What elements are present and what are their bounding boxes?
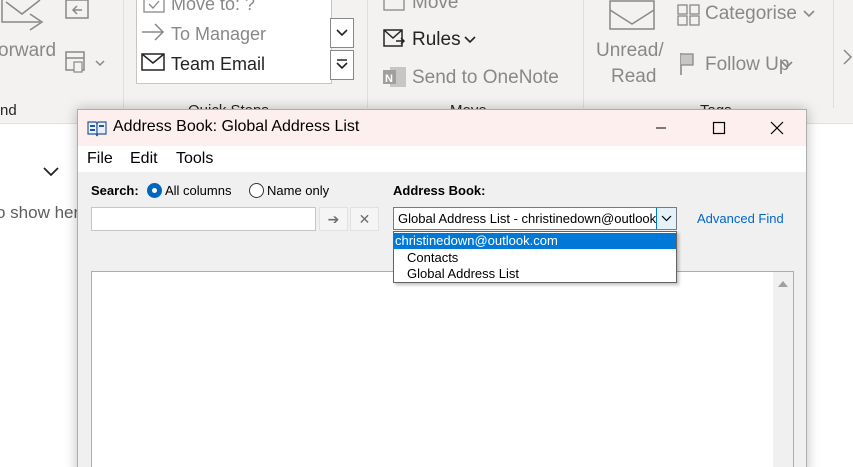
- search-label: Search:: [91, 183, 139, 198]
- mail-icon: [141, 53, 165, 71]
- respond-group-label: nd: [0, 102, 17, 119]
- rules-button[interactable]: Rules: [412, 29, 461, 51]
- unread-read-line1[interactable]: Unread/: [596, 40, 664, 62]
- results-list[interactable]: [91, 271, 794, 467]
- ribbon-more-icon[interactable]: [842, 48, 853, 70]
- categorize-icon: [677, 4, 700, 26]
- dropdown-option-account[interactable]: christinedown@outlook.com: [394, 233, 676, 249]
- advanced-find-link[interactable]: Advanced Find: [697, 211, 784, 226]
- categorise-chevron-icon: [803, 10, 815, 18]
- address-book-dropdown-list: christinedown@outlook.com Contacts Globa…: [393, 231, 677, 283]
- flag-icon: [680, 53, 694, 75]
- chevron-down-icon: [336, 29, 348, 37]
- calendar-dropdown-icon[interactable]: [64, 50, 108, 76]
- quick-step-to-manager[interactable]: To Manager: [171, 24, 266, 45]
- radio-name-only[interactable]: [249, 183, 264, 198]
- dropdown-option-global-address-list[interactable]: Global Address List: [394, 266, 676, 282]
- ribbon: orward nd Move to: ? To Manager Team Ema…: [0, 0, 853, 124]
- dropdown-option-contacts[interactable]: Contacts: [394, 250, 676, 266]
- radio-name-only-label[interactable]: Name only: [267, 183, 329, 198]
- more-icon: [336, 59, 348, 70]
- categorise-button[interactable]: Categorise: [705, 3, 797, 25]
- quick-steps-scroll-button[interactable]: [330, 18, 354, 48]
- address-book-selected: Global Address List - christinedown@outl…: [398, 211, 656, 226]
- forward-label[interactable]: orward: [0, 40, 56, 62]
- address-book-dialog: Address Book: Global Address List File E…: [77, 109, 807, 467]
- vertical-scrollbar[interactable]: [773, 272, 793, 467]
- move-to-icon: [143, 0, 165, 13]
- go-button[interactable]: ➔: [319, 207, 348, 231]
- send-to-onenote-button[interactable]: Send to OneNote: [412, 67, 559, 89]
- chevron-down-icon[interactable]: [42, 166, 60, 178]
- search-input[interactable]: [91, 207, 316, 231]
- move-icon: [383, 0, 405, 11]
- scroll-up-icon[interactable]: [778, 280, 788, 288]
- minimize-button[interactable]: [638, 110, 684, 146]
- close-icon: [770, 121, 784, 135]
- clear-search-button[interactable]: ✕: [350, 207, 379, 231]
- maximize-icon: [712, 121, 726, 135]
- onenote-icon: N: [383, 67, 406, 87]
- follow-up-chevron-icon: [781, 61, 793, 69]
- rules-icon: [383, 29, 406, 47]
- ribbon-separator: [833, 0, 834, 108]
- dialog-title-bar[interactable]: Address Book: Global Address List: [78, 110, 806, 146]
- unread-read-line2[interactable]: Read: [611, 66, 656, 88]
- address-book-combo[interactable]: Global Address List - christinedown@outl…: [393, 207, 677, 230]
- background-hint-text: o show her: [0, 203, 80, 222]
- follow-up-button[interactable]: Follow Up: [705, 54, 789, 76]
- ribbon-separator: [583, 0, 584, 108]
- chevron-down-icon: [661, 215, 672, 222]
- dialog-title: Address Book: Global Address List: [113, 118, 360, 135]
- calendar-icon[interactable]: [64, 0, 92, 24]
- close-button[interactable]: [754, 110, 800, 146]
- address-book-dropdown-button[interactable]: [656, 208, 676, 229]
- svg-text:N: N: [385, 73, 393, 85]
- address-book-label: Address Book:: [393, 183, 486, 198]
- arrow-right-icon: [142, 23, 165, 41]
- maximize-button[interactable]: [696, 110, 742, 146]
- menu-edit[interactable]: Edit: [130, 150, 158, 168]
- move-button[interactable]: Move: [412, 0, 458, 14]
- radio-all-columns-label[interactable]: All columns: [165, 183, 231, 198]
- quick-step-team-email[interactable]: Team Email: [171, 54, 265, 75]
- quick-steps-gallery[interactable]: Move to: ? To Manager Team Email: [136, 0, 332, 84]
- menu-tools[interactable]: Tools: [176, 150, 213, 168]
- envelope-icon[interactable]: [609, 0, 657, 32]
- radio-all-columns[interactable]: [147, 183, 162, 198]
- arrow-right-icon: ➔: [327, 210, 340, 227]
- menu-file[interactable]: File: [87, 150, 113, 168]
- ribbon-separator: [123, 0, 124, 108]
- quick-step-move-to[interactable]: Move to: ?: [171, 0, 255, 15]
- minimize-icon: [656, 127, 666, 129]
- quick-steps-more-button[interactable]: [330, 50, 354, 80]
- address-book-icon: [87, 121, 107, 137]
- clear-icon: ✕: [358, 210, 371, 227]
- ribbon-separator: [367, 0, 368, 108]
- forward-icon[interactable]: [0, 0, 48, 34]
- dialog-menu-bar: File Edit Tools: [78, 146, 806, 172]
- rules-chevron-icon: [464, 36, 476, 44]
